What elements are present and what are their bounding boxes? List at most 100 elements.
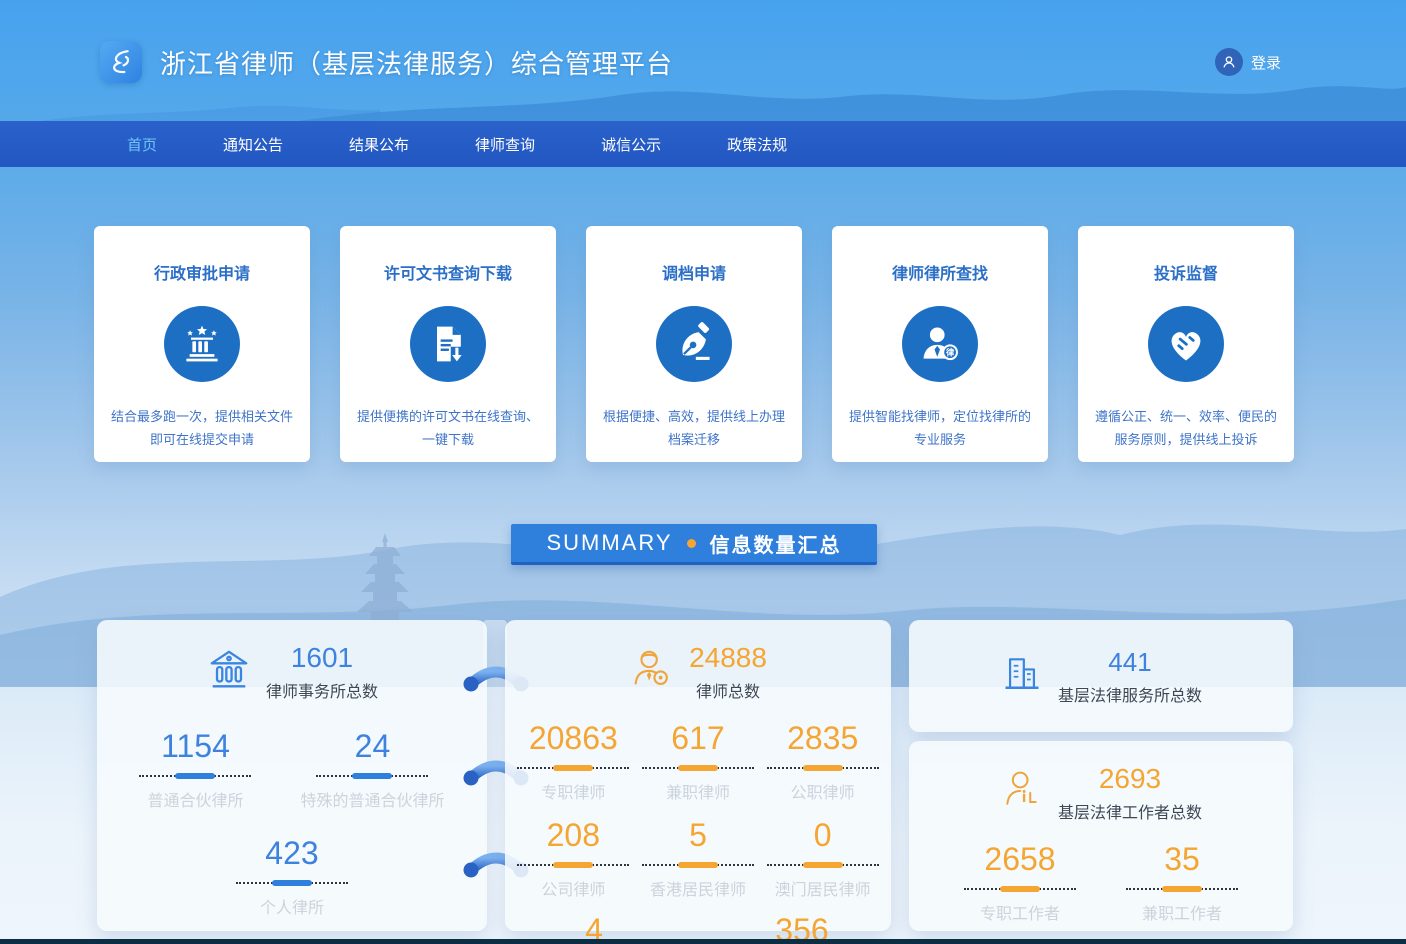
stat-label: 兼职工作者: [1142, 900, 1222, 924]
nav-item-home[interactable]: 首页: [127, 134, 157, 155]
grassroots-offices-header: 441 基层法律服务所总数: [1000, 647, 1202, 706]
service-card-archive-request[interactable]: 调档申请 根据便捷、高效，提供线上办理档案迁移: [586, 226, 802, 462]
stat-item: 208 公司律师: [511, 817, 636, 900]
card-title: 调档申请: [586, 260, 802, 284]
summary-banner: SUMMARY 信息数量汇总: [511, 524, 877, 565]
card-title: 投诉监督: [1078, 260, 1294, 284]
stat-value: 5: [689, 817, 707, 854]
stat-divider: [964, 888, 1076, 890]
stat-item: 1154 普通合伙律所: [139, 728, 251, 811]
card-description: 根据便捷、高效，提供线上办理档案迁移: [600, 406, 788, 452]
main-nav: 首页 通知公告 结果公布 律师查询 诚信公示 政策法规: [0, 121, 1406, 167]
stat-label: 公司律师: [541, 876, 605, 900]
worker-icon: [1000, 769, 1044, 818]
stat-item: 35 兼职工作者: [1126, 841, 1238, 924]
grassroots-offices-panel: 441 基层法律服务所总数: [909, 620, 1293, 732]
lawyers-header: 24888 律师总数: [505, 620, 891, 702]
site-logo-icon: [100, 41, 142, 83]
card-description: 提供便携的许可文书在线查询、一键下载: [354, 406, 542, 452]
summary-title-en: SUMMARY: [546, 530, 672, 556]
footer-bar: [0, 939, 1406, 944]
service-card-license-download[interactable]: 许可文书查询下载 提供便携的许可文书在线查询、一键下载: [340, 226, 556, 462]
stat-item: 0 澳门居民律师: [760, 817, 885, 900]
pagoda-art: [355, 533, 415, 633]
bank-icon: [206, 647, 252, 698]
card-title: 行政审批申请: [94, 260, 310, 284]
nav-item-policies[interactable]: 政策法规: [727, 134, 787, 155]
handshake-heart-icon: [1148, 306, 1224, 382]
stat-divider: [517, 864, 629, 866]
law-firms-total: 1601: [291, 642, 353, 674]
stat-value: 2835: [787, 720, 858, 757]
header: 浙江省律师（基层法律服务）综合管理平台 登录: [0, 0, 1406, 121]
stat-value: 2658: [984, 841, 1055, 878]
stat-value: 617: [671, 720, 724, 757]
stat-label: 澳门居民律师: [775, 876, 871, 900]
service-cards: 行政审批申请 结合最多跑一次，提供相关文件即可在线提交申请: [94, 226, 1294, 462]
summary-title-zh: 信息数量汇总: [710, 529, 842, 558]
card-description: 遵循公正、统一、效率、便民的服务原则，提供线上投诉: [1092, 406, 1280, 452]
grassroots-workers-grid: 2658 专职工作者 35 兼职工作者: [909, 841, 1293, 924]
pen-nib-icon: [656, 306, 732, 382]
law-firms-total-label: 律师事务所总数: [266, 678, 378, 702]
card-title: 律师律所查找: [832, 260, 1048, 284]
stat-divider: [139, 775, 251, 777]
nav-item-notices[interactable]: 通知公告: [223, 134, 283, 155]
grassroots-workers-panel: 2693 基层法律工作者总数 2658 专职工作者 35 兼职工作者: [909, 741, 1293, 931]
nav-item-lawyer-search[interactable]: 律师查询: [475, 134, 535, 155]
stat-value: 423: [265, 835, 318, 872]
stat-value: 24: [355, 728, 391, 765]
service-card-admin-approval[interactable]: 行政审批申请 结合最多跑一次，提供相关文件即可在线提交申请: [94, 226, 310, 462]
stat-divider: [642, 864, 754, 866]
courthouse-icon: [164, 306, 240, 382]
stat-label: 普通合伙律所: [147, 787, 243, 811]
login-label: 登录: [1251, 52, 1281, 73]
grassroots-workers-total-label: 基层法律工作者总数: [1058, 799, 1202, 823]
law-firms-header: 1601 律师事务所总数: [97, 620, 487, 702]
stat-value: 208: [547, 817, 600, 854]
stat-label: 公职律师: [791, 779, 855, 803]
law-firms-grid-row2: 423 个人律所: [97, 835, 487, 918]
user-avatar-icon: [1215, 48, 1243, 76]
stat-divider: [1126, 888, 1238, 890]
login-button[interactable]: 登录: [1215, 48, 1281, 76]
stat-label: 专职律师: [541, 779, 605, 803]
grassroots-workers-header: 2693 基层法律工作者总数: [909, 741, 1293, 823]
service-card-complaint[interactable]: 投诉监督 遵循公正、统一、效率、便民的服务原则，提供线上投诉: [1078, 226, 1294, 462]
stat-label: 个人律所: [260, 894, 324, 918]
stat-divider: [517, 767, 629, 769]
svg-text:律: 律: [946, 348, 955, 358]
document-download-icon: [410, 306, 486, 382]
stat-item: 617 兼职律师: [636, 720, 761, 803]
stat-item: 2835 公职律师: [760, 720, 885, 803]
service-card-lawyer-search[interactable]: 律师律所查找 律 提供智能找律师，定位找律所的专业服务: [832, 226, 1048, 462]
grassroots-workers-total: 2693: [1099, 763, 1161, 795]
stat-divider: [767, 864, 879, 866]
nav-item-integrity[interactable]: 诚信公示: [601, 134, 661, 155]
card-description: 结合最多跑一次，提供相关文件即可在线提交申请: [108, 406, 296, 452]
lawyers-grid: 20863 专职律师 617 兼职律师 2835 公职律师: [505, 720, 891, 900]
nav-item-results[interactable]: 结果公布: [349, 134, 409, 155]
buildings-icon: [1000, 652, 1044, 701]
stat-divider: [642, 767, 754, 769]
stat-item: 5 香港居民律师: [636, 817, 761, 900]
stat-item: 2658 专职工作者: [964, 841, 1076, 924]
lawyer-icon: [629, 647, 675, 698]
stat-value: 20863: [529, 720, 618, 757]
stat-value: 1154: [161, 728, 230, 765]
stat-divider: [236, 882, 348, 884]
stat-label: 香港居民律师: [650, 876, 746, 900]
stat-label: 特殊的普通合伙律所: [300, 787, 444, 811]
stat-divider: [767, 767, 879, 769]
summary-dot-icon: [687, 539, 696, 548]
brand: 浙江省律师（基层法律服务）综合管理平台: [100, 41, 673, 83]
stat-divider: [316, 775, 428, 777]
grassroots-offices-total-label: 基层法律服务所总数: [1058, 682, 1202, 706]
lawyers-panel: 24888 律师总数 20863 专职律师 617 兼职律师: [505, 620, 891, 931]
stat-label: 兼职律师: [666, 779, 730, 803]
lawyers-total: 24888: [689, 642, 767, 674]
site-title: 浙江省律师（基层法律服务）综合管理平台: [160, 44, 673, 81]
law-firms-panel: 1601 律师事务所总数 1154 普通合伙律所 24 特殊的普通合伙律所: [97, 620, 487, 931]
stat-label: 专职工作者: [980, 900, 1060, 924]
card-title: 许可文书查询下载: [340, 260, 556, 284]
